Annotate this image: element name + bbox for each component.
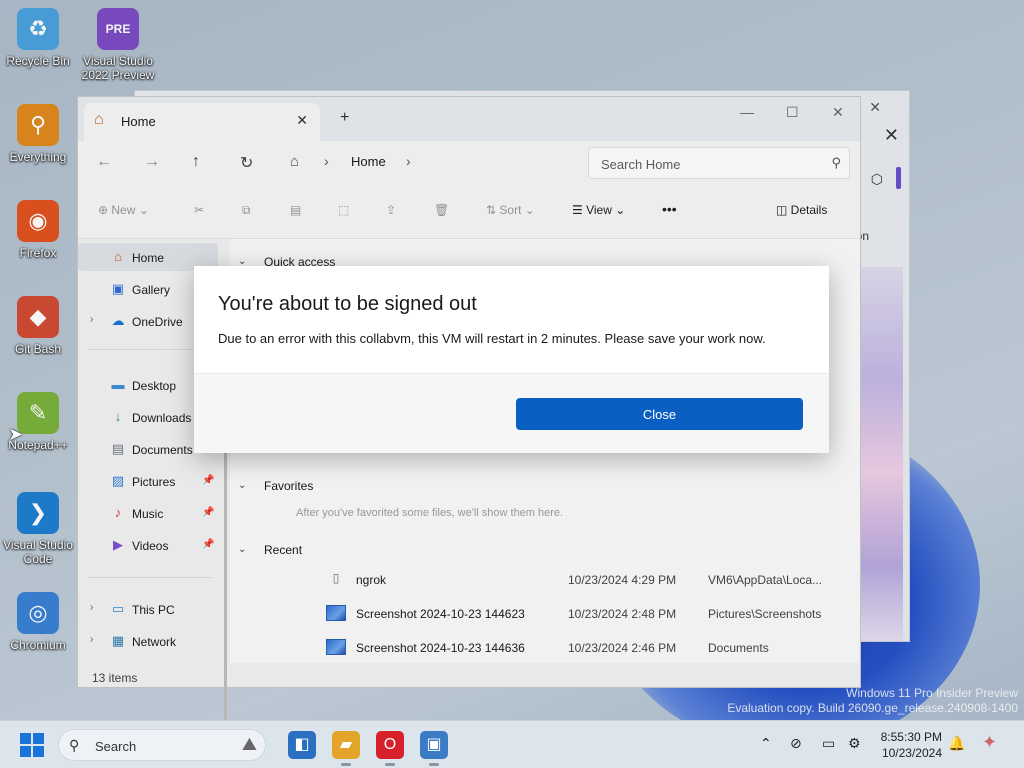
sign-out-dialog: You're about to be signed out Due to an … <box>194 266 829 453</box>
copilot-preview-icon[interactable]: ✦ <box>982 732 997 753</box>
settings-icon[interactable]: ⚙ <box>848 735 861 752</box>
network-off-icon[interactable]: ⊘ <box>790 735 802 752</box>
system-clock[interactable]: 8:55:30 PM 10/23/2024 <box>881 729 942 761</box>
dialog-title: You're about to be signed out <box>218 293 477 315</box>
dialog-message: Due to an error with this collabvm, this… <box>218 331 766 346</box>
clock-time: 8:55:30 PM <box>880 730 942 744</box>
opera-icon[interactable]: O <box>376 731 404 759</box>
mouse-cursor-icon: ➤ <box>8 424 24 444</box>
display-icon[interactable]: ▭ <box>822 735 835 752</box>
windows-logo-icon <box>33 733 44 744</box>
search-icon: ⚲ <box>69 737 80 753</box>
running-indicator <box>385 763 395 766</box>
search-highlight-icon: ⛰ <box>241 734 257 754</box>
sandbox-app-icon[interactable]: ▣ <box>420 731 448 759</box>
notification-bell-icon[interactable]: 🔔 <box>948 735 965 752</box>
taskbar-search[interactable]: ⚲ Search ⛰ <box>58 729 266 761</box>
taskbar: ⚲ Search ⛰ ◧ ▰ O ▣ ⌃ ⊘ ▭ ⚙ 8:55:30 PM 10/23… <box>0 720 1024 768</box>
dialog-body: You're about to be signed out Due to an … <box>194 266 829 373</box>
file-explorer-icon[interactable]: ▰ <box>332 731 360 759</box>
dialog-footer: Close <box>194 373 829 453</box>
windows-logo-icon <box>20 733 31 744</box>
chevron-up-icon[interactable]: ⌃ <box>760 735 772 752</box>
clock-date: 10/23/2024 <box>881 746 942 760</box>
start-button[interactable] <box>20 733 44 757</box>
taskbar-search-placeholder: Search <box>95 739 137 754</box>
running-indicator <box>429 763 439 766</box>
running-indicator <box>341 763 351 766</box>
windows-logo-icon <box>20 746 31 757</box>
task-view-icon[interactable]: ◧ <box>288 731 316 759</box>
close-button[interactable]: Close <box>516 398 803 430</box>
windows-logo-icon <box>33 746 44 757</box>
